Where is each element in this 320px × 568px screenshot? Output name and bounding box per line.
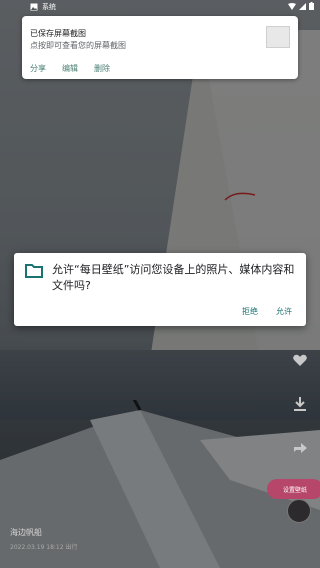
- image-icon: [30, 3, 38, 11]
- folder-icon: [25, 264, 43, 278]
- avatar[interactable]: [287, 499, 311, 523]
- set-wallpaper-button[interactable]: 设置壁纸: [267, 479, 320, 499]
- status-app-label: 系统: [42, 3, 56, 11]
- deny-button[interactable]: 拒绝: [242, 306, 258, 317]
- screenshot-notification[interactable]: 已保存屏幕截图 点按即可查看您的屏幕截图 分享 编辑 删除: [22, 16, 298, 79]
- wallpaper-caption: 海边帆船: [10, 528, 42, 537]
- notification-subtitle: 点按即可查看您的屏幕截图: [30, 41, 126, 50]
- notification-actions: 分享 编辑 删除: [30, 61, 110, 76]
- delete-button[interactable]: 删除: [94, 61, 110, 76]
- screenshot-thumbnail[interactable]: [266, 26, 290, 48]
- notification-title: 已保存屏幕截图: [30, 29, 86, 38]
- status-bar: 系统: [0, 0, 320, 14]
- dialog-buttons: 拒绝 允许: [242, 306, 292, 317]
- wallpaper-timestamp: 2022.03.19 18:12 出行: [10, 544, 78, 551]
- download-icon[interactable]: [292, 396, 308, 412]
- signal-icon: [299, 2, 306, 10]
- wifi-icon: [288, 2, 296, 10]
- permission-message: 允许“每日壁纸”访问您设备上的照片、媒体内容和文件吗?: [52, 263, 295, 292]
- edit-button[interactable]: 编辑: [62, 61, 78, 76]
- share-button[interactable]: 分享: [30, 61, 46, 76]
- heart-icon[interactable]: [292, 352, 308, 368]
- share-icon[interactable]: [292, 438, 308, 454]
- battery-icon: [309, 2, 314, 10]
- allow-button[interactable]: 允许: [276, 306, 292, 317]
- permission-dialog: 允许“每日壁纸”访问您设备上的照片、媒体内容和文件吗? 拒绝 允许: [14, 253, 306, 326]
